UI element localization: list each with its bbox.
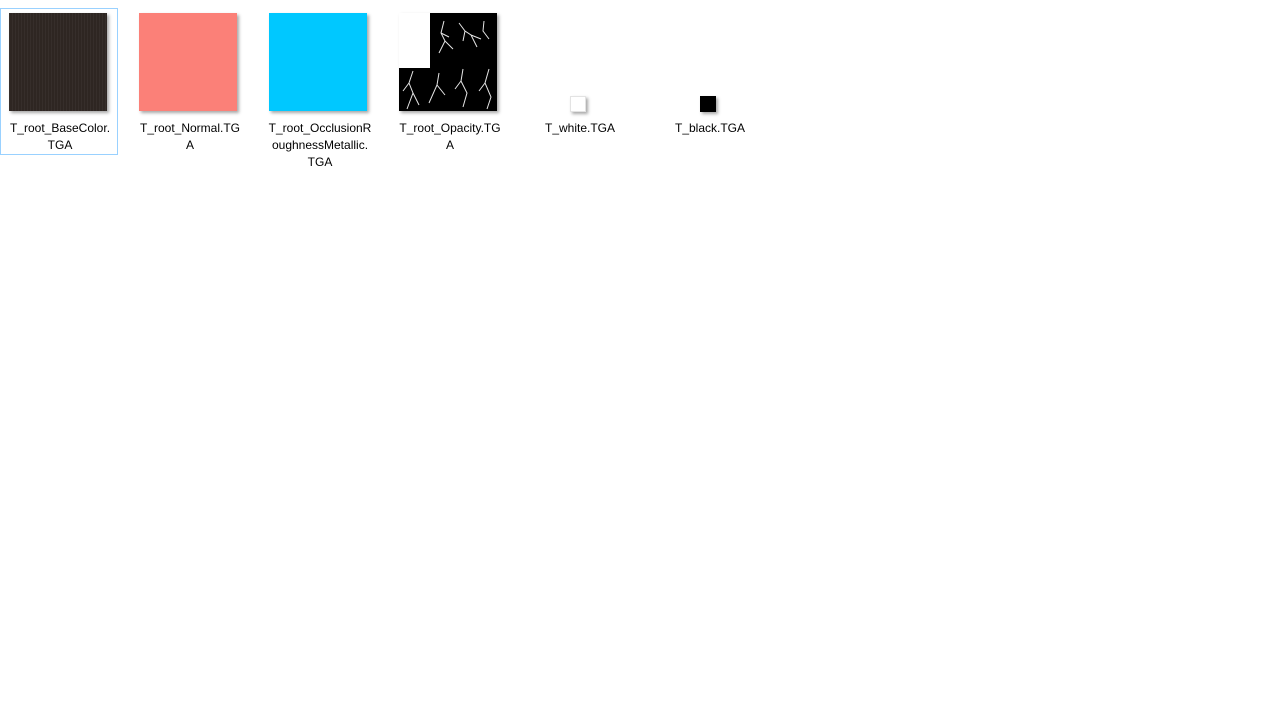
texture-thumbnail — [700, 96, 716, 112]
thumbnail-wrap — [261, 9, 379, 113]
file-name-line: TGA — [307, 155, 333, 169]
file-name-line: T_root_Opacity.TG — [399, 121, 501, 135]
file-name-line: oughnessMetallic. — [271, 138, 369, 152]
thumbnail-wrap — [1, 9, 119, 113]
file-name-line: T_black.TGA — [674, 121, 746, 135]
file-name-label: T_white.TGA — [521, 120, 639, 137]
file-name-line: T_root_BaseColor. — [9, 121, 111, 135]
file-tile-opacity[interactable]: T_root_Opacity.TG A — [390, 8, 508, 155]
file-name-label: T_black.TGA — [651, 120, 769, 137]
file-tile-black[interactable]: T_black.TGA — [650, 8, 768, 155]
file-name-label: T_root_Opacity.TG A — [391, 120, 509, 154]
thumbnail-wrap — [391, 9, 509, 113]
thumbnail-wrap — [651, 9, 769, 113]
file-name-label: T_root_OcclusionR oughnessMetallic. TGA — [261, 120, 379, 171]
file-tile-normal[interactable]: T_root_Normal.TG A — [130, 8, 248, 155]
file-name-line: A — [185, 138, 194, 152]
file-name-line: T_root_Normal.TG — [139, 121, 241, 135]
file-name-line: A — [445, 138, 454, 152]
file-name-line: T_root_OcclusionR — [268, 121, 372, 135]
lightning-pattern — [402, 20, 492, 110]
texture-thumbnail — [399, 13, 497, 111]
thumbnail-wrap — [131, 9, 249, 113]
texture-thumbnail — [9, 13, 107, 111]
file-name-label: T_root_BaseColor. TGA — [1, 120, 119, 154]
file-name-line: TGA — [47, 138, 73, 152]
file-explorer-view: T_root_BaseColor. TGA T_root_Normal.TG A… — [0, 0, 1280, 720]
file-tile-white[interactable]: T_white.TGA — [520, 8, 638, 155]
file-name-label: T_root_Normal.TG A — [131, 120, 249, 154]
texture-thumbnail — [570, 96, 586, 112]
thumbnail-wrap — [521, 9, 639, 113]
texture-thumbnail — [139, 13, 237, 111]
file-tile-basecolor[interactable]: T_root_BaseColor. TGA — [0, 8, 118, 155]
file-tile-occlusion-roughness-metallic[interactable]: T_root_OcclusionR oughnessMetallic. TGA — [260, 8, 379, 169]
file-name-line: T_white.TGA — [544, 121, 616, 135]
texture-thumbnail — [269, 13, 367, 111]
